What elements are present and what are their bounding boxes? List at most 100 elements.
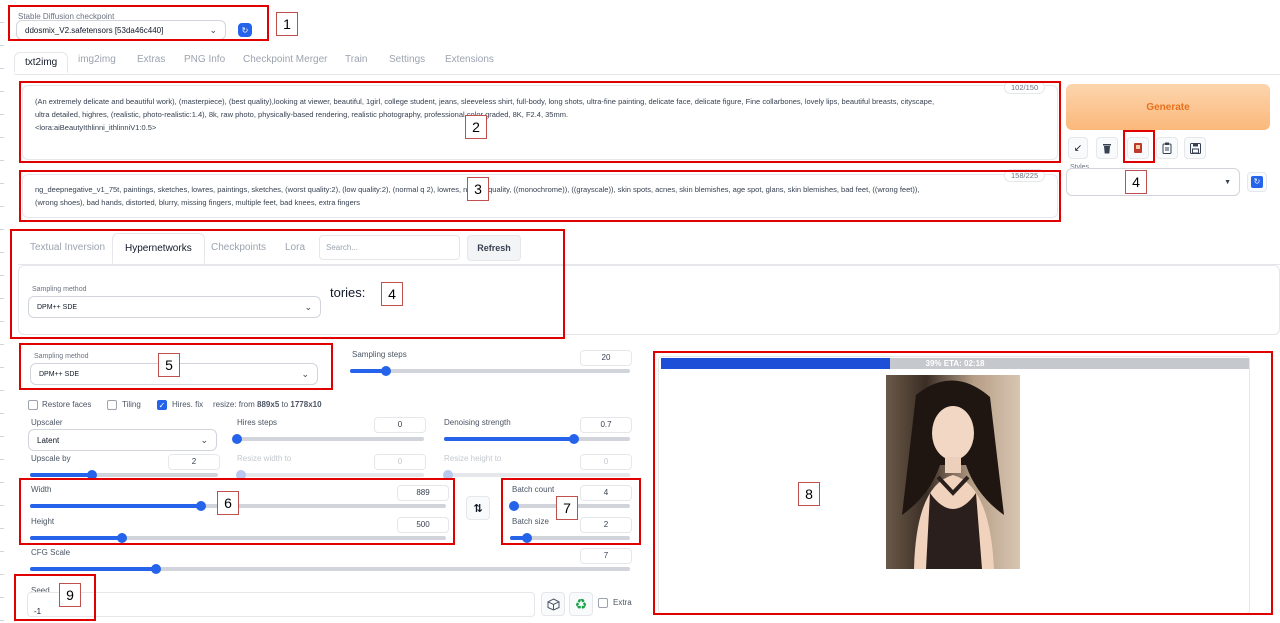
denoising-slider[interactable] <box>444 434 630 444</box>
resize-prefix: resize: from <box>213 400 258 409</box>
top-tab-underline <box>14 74 1280 75</box>
extra-networks-search-input[interactable]: Search... <box>319 235 460 260</box>
annotation-number-5: 5 <box>158 353 180 377</box>
batch-size-thumb[interactable] <box>521 533 532 543</box>
left-ruler <box>0 0 4 623</box>
trash-icon[interactable] <box>1096 137 1118 159</box>
progress-text: 39% ETA: 02:18 <box>925 359 985 368</box>
chevron-down-icon: ▼ <box>1224 178 1231 186</box>
annotation-number-2: 2 <box>465 115 487 139</box>
upscale-by-label: Upscale by <box>31 454 71 463</box>
tab-train[interactable]: Train <box>345 54 367 65</box>
annotation-number-7: 7 <box>556 496 578 520</box>
width-thumb[interactable] <box>195 501 206 511</box>
cfg-scale-thumb[interactable] <box>151 564 161 574</box>
hires-steps-input[interactable]: 0 <box>374 417 426 433</box>
clipboard-icon[interactable] <box>1156 137 1178 159</box>
tab-extras[interactable]: Extras <box>137 54 165 65</box>
styles-dropdown[interactable]: ▼ <box>1066 168 1240 196</box>
restore-faces-checkbox[interactable] <box>28 400 38 410</box>
resize-width-label: Resize width to <box>237 454 292 463</box>
negative-prompt-textarea[interactable]: ng_deepnegative_v1_75t, paintings, sketc… <box>22 174 1058 218</box>
denoising-input[interactable]: 0.7 <box>580 417 632 433</box>
upscale-by-fill <box>30 473 93 477</box>
arrow-icon[interactable]: ↙ <box>1068 137 1088 159</box>
cfg-scale-slider[interactable] <box>30 564 630 574</box>
refresh-icon[interactable]: ↻ <box>238 23 252 37</box>
prompt-textarea[interactable]: (An extremely delicate and beautiful wor… <box>22 85 1058 160</box>
recycle-icon[interactable]: ♻ <box>569 592 593 616</box>
prompt-token-counter: 102/150 <box>1004 81 1046 94</box>
refresh-label: Refresh <box>477 243 511 253</box>
tab-img2img[interactable]: img2img <box>78 54 116 65</box>
upscale-by-slider[interactable] <box>30 470 218 480</box>
height-fill <box>30 536 122 540</box>
hires-fix-checkbox[interactable]: ✓ <box>157 400 167 410</box>
upscale-by-input[interactable]: 2 <box>168 454 220 470</box>
resize-height-slider[interactable] <box>442 470 630 480</box>
cfg-scale-input[interactable]: 7 <box>580 548 632 564</box>
tab-hypernetworks[interactable]: Hypernetworks <box>112 233 205 264</box>
extra-networks-sampling-label: Sampling method <box>32 286 87 293</box>
seed-input[interactable]: -1 <box>27 592 535 617</box>
tab-textual-inversion[interactable]: Textual Inversion <box>30 242 105 253</box>
red-card-icon[interactable] <box>1127 137 1149 159</box>
tiling-checkbox[interactable] <box>107 400 117 410</box>
resize-from: 889x5 <box>257 400 280 409</box>
cfg-scale-label: CFG Scale <box>31 548 71 557</box>
annotation-number-1: 1 <box>276 12 298 36</box>
extra-checkbox[interactable] <box>598 598 608 608</box>
hires-steps-thumb[interactable] <box>232 434 242 444</box>
prompt-line-1: (An extremely delicate and beautiful wor… <box>35 97 935 106</box>
extra-networks-sampling-dropdown[interactable]: DPM++ SDE ⌄ <box>28 296 321 318</box>
resize-height-thumb[interactable] <box>442 470 453 480</box>
chevron-down-icon: ⌄ <box>200 434 208 445</box>
restore-faces-label: Restore faces <box>42 400 92 409</box>
upscaler-dropdown[interactable]: Latent ⌄ <box>28 429 217 451</box>
batch-count-input[interactable]: 4 <box>580 485 632 501</box>
width-input[interactable]: 889 <box>397 485 449 501</box>
resize-width-input[interactable]: 0 <box>374 454 426 470</box>
height-input[interactable]: 500 <box>397 517 449 533</box>
save-icon[interactable] <box>1184 137 1206 159</box>
tab-extensions[interactable]: Extensions <box>445 54 494 65</box>
dice-icon[interactable] <box>541 592 565 616</box>
batch-size-input[interactable]: 2 <box>580 517 632 533</box>
height-thumb[interactable] <box>116 533 127 543</box>
generate-button[interactable]: Generate <box>1066 84 1270 130</box>
resize-width-thumb[interactable] <box>235 470 246 480</box>
generate-label: Generate <box>1146 101 1190 113</box>
negative-prompt-line-1: ng_deepnegative_v1_75t, paintings, sketc… <box>35 185 920 194</box>
search-placeholder: Search... <box>326 243 359 252</box>
tiling-label: Tiling <box>122 400 141 409</box>
extra-networks-sampling-value: DPM++ SDE <box>37 303 78 311</box>
resize-height-label: Resize height to <box>444 454 502 463</box>
tab-lora[interactable]: Lora <box>285 242 305 253</box>
refresh-icon[interactable]: ↻ <box>1247 172 1267 192</box>
batch-count-thumb[interactable] <box>508 501 519 511</box>
annotation-number-6: 6 <box>217 491 239 515</box>
resize-width-slider[interactable] <box>235 470 424 480</box>
generated-image[interactable] <box>886 375 1020 569</box>
batch-size-slider[interactable] <box>510 533 630 543</box>
portrait-illustration <box>902 380 1004 569</box>
extra-networks-refresh-button[interactable]: Refresh <box>467 235 521 261</box>
sampling-steps-input[interactable]: 20 <box>580 350 632 366</box>
sampling-steps-slider[interactable] <box>350 366 630 376</box>
tab-checkpoints[interactable]: Checkpoints <box>211 242 266 253</box>
tab-settings[interactable]: Settings <box>389 54 425 65</box>
height-slider[interactable] <box>30 533 446 543</box>
tab-txt2img[interactable]: txt2img <box>14 52 69 73</box>
tab-checkpoint-merger[interactable]: Checkpoint Merger <box>243 54 327 65</box>
swap-icon[interactable]: ⇅ <box>466 496 490 520</box>
annotation-number-8: 8 <box>798 482 820 506</box>
batch-size-label: Batch size <box>512 517 549 526</box>
denoising-thumb[interactable] <box>569 434 580 444</box>
extra-label: Extra <box>613 598 632 607</box>
tab-png-info[interactable]: PNG Info <box>184 54 225 65</box>
upscale-by-thumb[interactable] <box>87 470 98 480</box>
resize-height-input[interactable]: 0 <box>580 454 632 470</box>
checkpoint-dropdown[interactable]: ddosmix_V2.safetensors [53da46c440] ⌄ <box>16 20 226 40</box>
hires-steps-slider[interactable] <box>232 434 424 444</box>
sampling-steps-label: Sampling steps <box>352 350 407 359</box>
